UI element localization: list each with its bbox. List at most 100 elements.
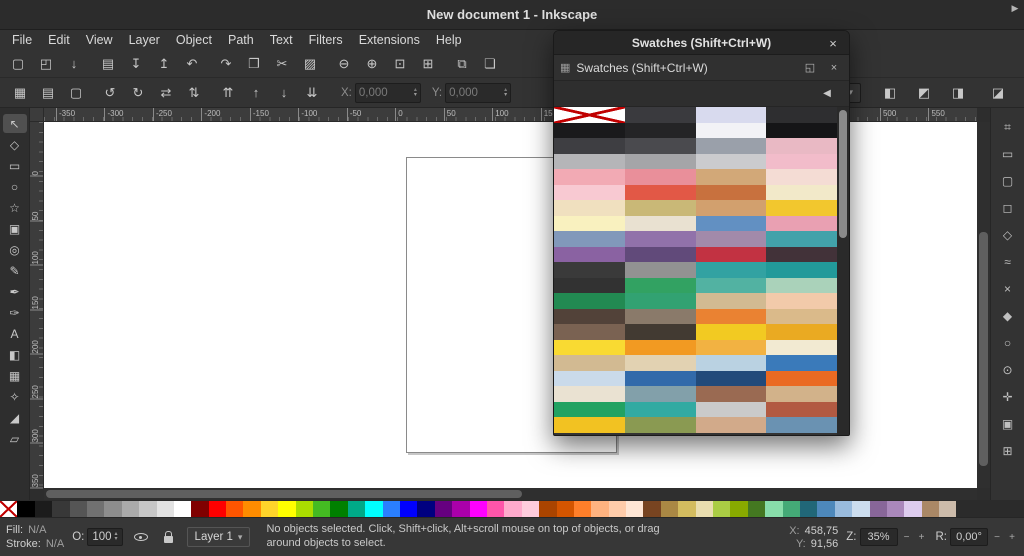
- snap-page-border-icon[interactable]: ▣: [997, 415, 1019, 433]
- palette-swatch[interactable]: [747, 500, 766, 517]
- color-swatch[interactable]: [766, 293, 838, 309]
- horizontal-scrollbar[interactable]: [44, 488, 977, 500]
- color-swatch[interactable]: [766, 231, 838, 247]
- color-swatch[interactable]: [766, 200, 838, 216]
- palette-swatch[interactable]: [278, 500, 296, 517]
- star-tool[interactable]: ☆: [3, 198, 27, 217]
- palette-swatch[interactable]: [330, 500, 348, 517]
- color-swatch[interactable]: [695, 386, 767, 402]
- palette-swatch[interactable]: [208, 500, 227, 517]
- color-swatch[interactable]: [624, 355, 696, 371]
- layer-visibility-eye-icon[interactable]: [131, 527, 151, 547]
- transform-corners-icon[interactable]: ◩: [912, 82, 936, 104]
- snap-object-centers-icon[interactable]: ✛: [997, 388, 1019, 406]
- color-swatch[interactable]: [554, 308, 625, 324]
- color-swatch[interactable]: [624, 153, 696, 169]
- snap-paths-icon[interactable]: ≈: [997, 253, 1019, 271]
- import-icon[interactable]: ↧: [124, 53, 148, 75]
- save-document-icon[interactable]: ↓: [62, 53, 86, 75]
- color-swatch[interactable]: [554, 215, 625, 231]
- paint-bucket-tool[interactable]: ◢: [3, 408, 27, 427]
- palette-swatch[interactable]: [504, 500, 522, 517]
- color-swatch[interactable]: [695, 417, 767, 433]
- rotation-minus-icon[interactable]: −: [991, 532, 1003, 543]
- opacity-field[interactable]: 100 ▴ ▾: [87, 528, 123, 546]
- color-swatch[interactable]: [766, 107, 838, 123]
- palette-swatch[interactable]: [17, 500, 35, 517]
- color-swatch[interactable]: [554, 122, 625, 138]
- rectangle-tool[interactable]: ▭: [3, 156, 27, 175]
- menu-item[interactable]: Object: [168, 30, 220, 50]
- close-icon[interactable]: ×: [823, 33, 843, 53]
- palette-swatch[interactable]: [86, 500, 105, 517]
- snap-grids-icon[interactable]: ⊞: [997, 442, 1019, 460]
- palette-swatch[interactable]: [34, 500, 53, 517]
- menu-item[interactable]: Text: [262, 30, 301, 50]
- palette-swatch[interactable]: [539, 500, 557, 517]
- snap-bounding-box-icon[interactable]: ▭: [997, 145, 1019, 163]
- color-swatch[interactable]: [695, 277, 767, 293]
- swatch-scrollbar-thumb[interactable]: [839, 110, 848, 238]
- color-swatch[interactable]: [554, 277, 625, 293]
- palette-swatch[interactable]: [591, 500, 609, 517]
- color-swatch[interactable]: [554, 417, 625, 433]
- palette-swatch[interactable]: [260, 500, 279, 517]
- pen-tool[interactable]: ✒: [3, 282, 27, 301]
- palette-swatch[interactable]: [869, 500, 887, 517]
- color-swatch[interactable]: [624, 401, 696, 417]
- lower-icon[interactable]: ↓: [272, 82, 296, 104]
- palette-swatch[interactable]: [295, 500, 314, 517]
- palette-swatch[interactable]: [678, 500, 696, 517]
- color-swatch[interactable]: [624, 293, 696, 309]
- palette-swatch[interactable]: [347, 500, 366, 517]
- menu-item[interactable]: Edit: [40, 30, 78, 50]
- snap-bbox-edges-icon[interactable]: ▢: [997, 172, 1019, 190]
- group-icon[interactable]: ❏: [478, 53, 502, 75]
- color-swatch[interactable]: [695, 308, 767, 324]
- palette-swatch[interactable]: [852, 500, 870, 517]
- transform-stroke-icon[interactable]: ◧: [878, 82, 902, 104]
- color-swatch[interactable]: [695, 339, 767, 355]
- redo-icon[interactable]: ↷: [214, 53, 238, 75]
- spinner-icon[interactable]: ▴ ▾: [504, 87, 507, 98]
- zoom-out-icon[interactable]: ⊖: [332, 53, 356, 75]
- rotate-ccw-icon[interactable]: ↺: [98, 82, 122, 104]
- color-swatch[interactable]: [766, 262, 838, 278]
- dropper-tool[interactable]: ✧: [3, 387, 27, 406]
- transform-gradient-icon[interactable]: ◨: [946, 82, 970, 104]
- rotation-field[interactable]: 0,00°: [950, 528, 988, 546]
- color-swatch[interactable]: [766, 246, 838, 262]
- vertical-ruler[interactable]: 0 50 100 150 200 250 300 350: [30, 122, 44, 488]
- palette-swatch[interactable]: [573, 500, 592, 517]
- color-swatch[interactable]: [766, 386, 838, 402]
- undo-icon[interactable]: ↶: [180, 53, 204, 75]
- palette-swatch[interactable]: [817, 500, 835, 517]
- spinner-icon[interactable]: ▴ ▾: [414, 87, 417, 98]
- color-swatch[interactable]: [695, 293, 767, 309]
- palette-swatch[interactable]: [921, 500, 940, 517]
- color-swatch[interactable]: [624, 138, 696, 154]
- color-swatch[interactable]: [695, 401, 767, 417]
- vertical-scrollbar[interactable]: [977, 122, 990, 488]
- raise-icon[interactable]: ↑: [244, 82, 268, 104]
- color-swatch[interactable]: [554, 370, 625, 386]
- snap-smooth-nodes-icon[interactable]: ○: [997, 334, 1019, 352]
- color-swatch[interactable]: [554, 401, 625, 417]
- color-swatch[interactable]: [554, 246, 625, 262]
- x-position-field[interactable]: 0,000 ▴ ▾: [354, 82, 421, 103]
- enable-snapping-icon[interactable]: ⌗: [997, 118, 1019, 136]
- zoom-plus-icon[interactable]: +: [916, 532, 928, 543]
- cut-icon[interactable]: ✂: [270, 53, 294, 75]
- color-swatch[interactable]: [554, 107, 625, 123]
- palette-swatch[interactable]: [173, 500, 192, 517]
- snap-bbox-corners-icon[interactable]: ◻: [997, 199, 1019, 217]
- color-swatch[interactable]: [624, 386, 696, 402]
- menu-item[interactable]: File: [4, 30, 40, 50]
- snap-cusp-nodes-icon[interactable]: ◆: [997, 307, 1019, 325]
- color-swatch[interactable]: [766, 417, 838, 433]
- color-swatch[interactable]: [766, 355, 838, 371]
- color-swatch[interactable]: [624, 246, 696, 262]
- duplicate-icon[interactable]: ⧉: [450, 53, 474, 75]
- menu-item[interactable]: Help: [428, 30, 470, 50]
- vertical-scrollbar-thumb[interactable]: [979, 231, 988, 467]
